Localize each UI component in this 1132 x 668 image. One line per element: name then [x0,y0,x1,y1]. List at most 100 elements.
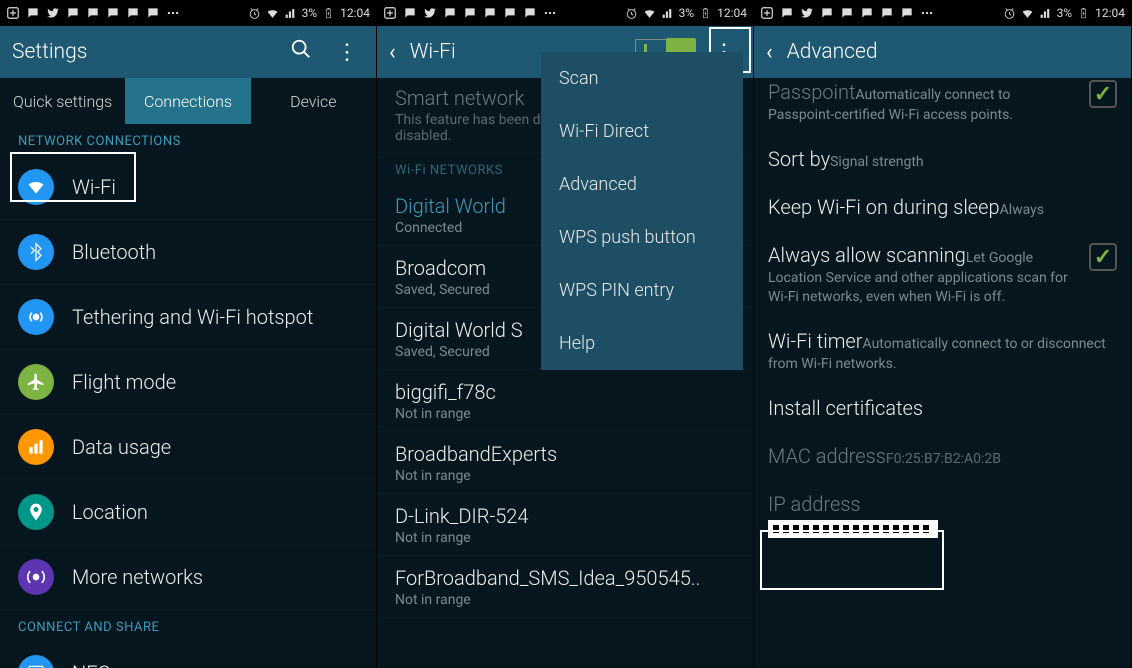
clock-text: 12:04 [717,6,747,20]
alarm-icon [1003,7,1016,20]
item-flight-mode[interactable]: Flight mode [0,350,376,415]
network-item[interactable]: ForBroadband_SMS_Idea_950545.. Not in ran… [377,556,753,618]
wifi-icon [266,7,279,20]
item-bluetooth[interactable]: Bluetooth [0,220,376,285]
item-always-scan[interactable]: Always allow scanningLet Google Location… [754,231,1131,317]
menu-wps-pin[interactable]: WPS PIN entry [541,264,743,317]
network-name: ForBroadband_SMS_Idea_950545.. [395,566,735,590]
chat-icon [503,6,517,20]
nfc-icon [18,655,54,668]
item-label: Flight mode [72,370,176,394]
battery-text: 3% [302,6,318,20]
status-bar: 3% 12:04 [0,0,376,26]
menu-advanced[interactable]: Advanced [541,158,743,211]
plus-icon [6,6,20,20]
item-nfc[interactable]: NFC [0,641,376,668]
item-label: NFC [72,661,110,668]
dots-icon [543,6,557,20]
item-data-usage[interactable]: Data usage [0,415,376,480]
chat-icon [523,6,537,20]
chat-icon [126,6,140,20]
item-wifi[interactable]: Wi-Fi [0,155,376,220]
settings-list[interactable]: NETWORK CONNECTIONS Wi-Fi Bluetooth Teth… [0,124,376,668]
item-install-certs[interactable]: Install certificates [754,384,1131,432]
overflow-menu-icon[interactable]: ⋮ [328,36,364,69]
clock-text: 12:04 [1095,6,1125,20]
tabs: Quick settings Connections Device [0,78,376,124]
chat-icon [860,6,874,20]
dots-icon [166,6,180,20]
scan-checkbox[interactable] [1089,243,1117,271]
tab-device[interactable]: Device [251,78,376,124]
action-bar-advanced: ‹ Advanced [754,26,1131,78]
signal-icon [1039,7,1052,20]
chat-icon [26,6,40,20]
back-icon[interactable]: ‹ [766,40,773,65]
menu-help[interactable]: Help [541,317,743,370]
item-keep-wifi-on[interactable]: Keep Wi-Fi on during sleepAlways [754,183,1131,231]
back-icon[interactable]: ‹ [389,40,396,65]
status-bar: 3% 12:04 [754,0,1131,26]
status-bar: 3% 12:04 [377,0,753,26]
item-label: Bluetooth [72,240,156,264]
item-label: Tethering and Wi-Fi hotspot [72,305,313,329]
item-label: Keep Wi-Fi on during sleep [768,195,1000,219]
item-label: More networks [72,565,203,589]
dots-icon [920,6,934,20]
tab-quick-settings[interactable]: Quick settings [0,78,125,124]
chat-icon [880,6,894,20]
chat-icon [780,6,794,20]
item-label: Always allow scanning [768,243,966,267]
menu-scan[interactable]: Scan [541,52,743,105]
twitter-icon [46,6,60,20]
redacted-ip [768,520,938,538]
settings-screen: 3% 12:04 Settings ⋮ Quick settings Conne… [0,0,377,668]
location-icon [18,494,54,530]
item-sub: Always [1000,202,1044,218]
network-status: Not in range [395,406,735,422]
tether-icon [18,299,54,335]
item-label: MAC address [768,444,886,468]
search-icon[interactable] [284,34,318,70]
chat-icon [146,6,160,20]
item-more-networks[interactable]: More networks [0,545,376,610]
twitter-icon [423,6,437,20]
item-mac-address: MAC addressF0:25:B7:B2:A0:2B [754,432,1131,480]
network-item[interactable]: D-Link_DIR-524Not in range [377,494,753,556]
item-sort-by[interactable]: Sort bySignal strength [754,135,1131,183]
chat-icon [840,6,854,20]
advanced-list[interactable]: PasspointAutomatically connect to Passpo… [754,78,1131,668]
network-status: Not in range [395,592,735,608]
chat-icon [900,6,914,20]
network-item[interactable]: biggifi_f78cNot in range [377,370,753,432]
section-network-connections: NETWORK CONNECTIONS [0,124,376,155]
section-connect-share: CONNECT AND SHARE [0,610,376,641]
menu-wps-push[interactable]: WPS push button [541,211,743,264]
network-item[interactable]: BroadbandExpertsNot in range [377,432,753,494]
item-label: Install certificates [768,396,923,420]
plane-icon [18,364,54,400]
alarm-icon [248,7,261,20]
item-location[interactable]: Location [0,480,376,545]
item-passpoint[interactable]: PasspointAutomatically connect to Passpo… [754,78,1131,135]
advanced-screen: 3% 12:04 ‹ Advanced PasspointAutomatical… [754,0,1132,668]
plus-icon [383,6,397,20]
action-bar-settings: Settings ⋮ [0,26,376,78]
battery-icon [322,7,335,20]
tab-connections[interactable]: Connections [125,78,250,124]
item-label: Wi-Fi [72,175,116,199]
item-label: Location [72,500,148,524]
overflow-menu: Scan Wi-Fi Direct Advanced WPS push butt… [541,52,743,370]
network-name: D-Link_DIR-524 [395,504,735,528]
alarm-icon [625,7,638,20]
wifi-icon [18,169,54,205]
item-tethering[interactable]: Tethering and Wi-Fi hotspot [0,285,376,350]
menu-wifi-direct[interactable]: Wi-Fi Direct [541,105,743,158]
chat-icon [483,6,497,20]
chat-icon [820,6,834,20]
twitter-icon [800,6,814,20]
passpoint-checkbox[interactable] [1089,80,1117,108]
battery-text: 3% [679,6,695,20]
item-wifi-timer[interactable]: Wi-Fi timerAutomatically connect to or d… [754,317,1131,384]
item-ip-address: IP address [754,480,1131,550]
